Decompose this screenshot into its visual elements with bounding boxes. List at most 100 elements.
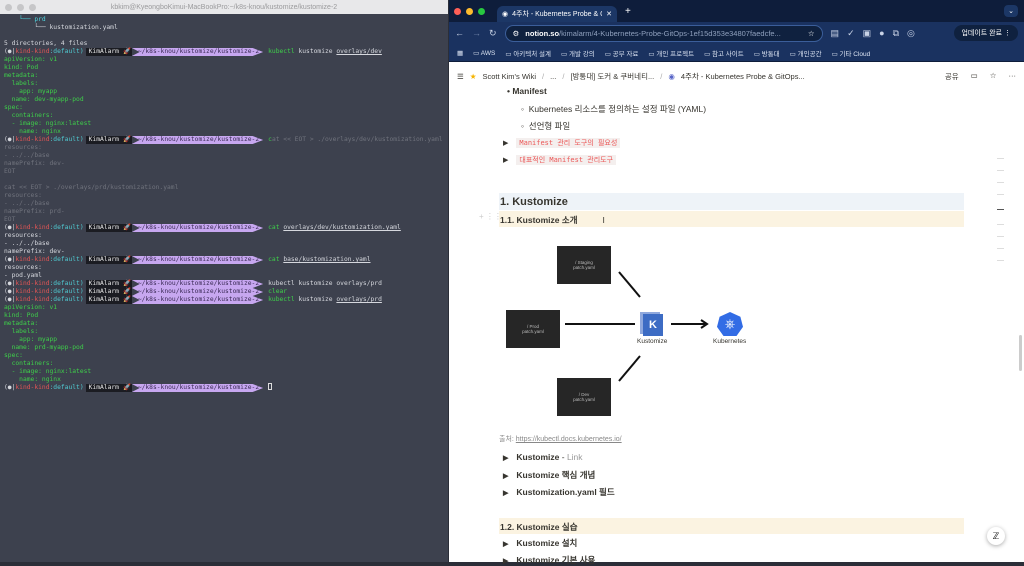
rocket-icon: 🚀 [121, 256, 132, 264]
terminal-output-line: 5 directories, 4 files [4, 40, 88, 47]
toggle-block[interactable]: ▶ Kustomization.yaml 필드 [503, 486, 615, 498]
prompt-open: (●| [4, 280, 16, 287]
folder-icon: ▭ [753, 50, 760, 58]
extensions-puzzle-icon[interactable]: ⧉ [893, 28, 899, 39]
terminal-cursor [268, 383, 273, 390]
command: cat << EOT > ./overlays/dev/kustomizatio… [268, 136, 442, 144]
more-icon[interactable]: ··· [1009, 71, 1017, 82]
site-settings-icon[interactable]: ⚙ [513, 29, 520, 38]
profile-icon[interactable]: ◎ [907, 28, 915, 39]
heading-2[interactable]: 1.1. Kustomize 소개 I [499, 211, 964, 227]
favorite-star-icon[interactable]: ☆ [990, 71, 997, 82]
zoom-button[interactable] [478, 7, 485, 15]
tab-active[interactable]: ◉ 4주차 - Kubernetes Probe & G ✕ [497, 6, 617, 22]
folder-icon: ▭ [648, 50, 655, 58]
command: cat base/kustomization.yaml [268, 256, 370, 264]
terminal-prompt-line: (●| kind-kind:default) KimAlarm 🚀 ~/k8s-knou… [4, 296, 446, 304]
terminal-output[interactable]: └── prd └── kustomization.yaml 5 director… [4, 16, 446, 392]
command-path: base/kustomization.yaml [283, 256, 371, 263]
rocket-icon: 🚀 [121, 48, 132, 56]
scrollbar[interactable] [1019, 335, 1022, 371]
toggle-triangle-icon[interactable]: ▶ [503, 455, 508, 462]
terminal-output-line: cat << EOT > ./overlays/prd/kustomizatio… [4, 184, 179, 191]
sub-bullet: ◦ 선언형 파일 [521, 121, 571, 131]
bookmark-folder[interactable]: ▭ 개인 프로젝트 [648, 48, 694, 58]
back-icon[interactable]: ← [455, 28, 464, 38]
bookmark-folder[interactable]: ▭ AWS [473, 49, 495, 57]
terminal-output-line: containers: [4, 112, 54, 119]
notion-ai-button[interactable]: ℤ [987, 527, 1005, 545]
share-button[interactable]: 공유 [945, 71, 959, 82]
bookmark-folder[interactable]: ▭ 개발 강의 [561, 48, 595, 58]
extension-icon[interactable]: ● [879, 28, 884, 38]
toggle-triangle-icon[interactable]: ▶ [503, 157, 508, 164]
close-button[interactable] [454, 7, 461, 15]
toggle-block[interactable]: ▶ Kustomize - Link [503, 452, 583, 462]
heading-2[interactable]: 1.2. Kustomize 실습 [499, 518, 964, 534]
breadcrumb-item[interactable]: ... [550, 72, 556, 81]
address-bar[interactable]: ⚙ notion.so/kimalarm/4-Kubernetes-Probe-G… [504, 24, 823, 42]
source-link[interactable]: https://kubectl.docs.kubernetes.io/ [516, 436, 622, 443]
close-tab-icon[interactable]: ✕ [606, 10, 612, 18]
command-suggestion: at << EOT > ./overlays/dev/kustomization… [271, 136, 443, 143]
prompt-path: ~/k8s-knou/kustomize/kustomize-2 [131, 384, 264, 392]
toggle-block[interactable]: ▶ Kustomize 기본 사용 [503, 554, 595, 566]
reload-icon[interactable]: ↻ [489, 28, 497, 39]
forward-icon[interactable]: → [472, 28, 481, 38]
terminal-output-line: metadata: [4, 72, 39, 79]
terminal-prompt-line: (●| kind-kind:default) KimAlarm 🚀 ~/k8s-knou… [4, 280, 446, 288]
new-tab-button[interactable]: + [625, 6, 631, 17]
toggle-triangle-icon[interactable]: ▶ [503, 473, 508, 480]
extension-icon[interactable]: ▣ [863, 28, 872, 39]
breadcrumb-item[interactable]: [방통대] 도커 & 쿠버네티... [570, 71, 654, 82]
tab-list-chevron-icon[interactable]: ⌄ [1004, 5, 1018, 17]
terminal-window[interactable]: kbkim@KyeongboKimui-MacBookPro:~/k8s-kno… [0, 0, 448, 562]
breadcrumb-item[interactable]: Scott Kim's Wiki [482, 72, 536, 81]
sub-bullet-text: Kubernetes 리소스를 정의하는 설정 파일 (YAML) [528, 104, 707, 114]
toggle-block[interactable]: ▶ Kustomize 핵심 개념 [503, 469, 595, 481]
terminal-output-line: apiVersion: v1 [4, 304, 58, 311]
tab-title: 4주차 - Kubernetes Probe & G [512, 11, 603, 18]
command: clear [268, 288, 287, 296]
command-name: clear [268, 288, 288, 295]
menu-icon[interactable]: ☰ [457, 72, 464, 81]
link-text[interactable]: Link [567, 452, 583, 462]
breadcrumb-item[interactable]: 4주차 - Kubernetes Probe & GitOps... [681, 71, 805, 82]
minimize-button[interactable] [466, 7, 473, 15]
terminal-output-line: EOT [4, 216, 16, 223]
toggle-title: Kustomize 핵심 개념 [516, 470, 596, 480]
source-label: 출처: [499, 436, 514, 443]
bookmark-star-icon[interactable]: ☆ [808, 29, 815, 38]
command: cat overlays/dev/kustomization.yaml [268, 224, 401, 232]
bookmark-folder[interactable]: ▭ 기타 Cloud [832, 48, 871, 58]
toggle-triangle-icon[interactable]: ▶ [503, 490, 508, 497]
rocket-icon: 🚀 [121, 296, 132, 304]
toggle-triangle-icon[interactable]: ▶ [503, 140, 508, 147]
update-button[interactable]: 업데이트 완료 ⋮ [954, 25, 1018, 41]
comment-icon[interactable]: ▭ [971, 71, 978, 82]
toggle-block[interactable]: ▶ Kustomize 설치 [503, 537, 577, 549]
heading-1[interactable]: 1. Kustomize [499, 193, 964, 210]
toggle-block[interactable]: ▶ 대표적인 Manifest 관리도구 [503, 154, 617, 165]
terminal-output-line: app: myapp [4, 88, 58, 95]
apps-grid-icon[interactable]: ▦ [457, 49, 463, 57]
bookmark-label: 참고 사이트 [712, 50, 744, 58]
bookmark-folder[interactable]: ▭ 참고 사이트 [704, 48, 744, 58]
bookmark-folder[interactable]: ▭ 개인공간 [790, 48, 822, 58]
terminal-prompt-line: (●| kind-kind:default) KimAlarm 🚀 ~/k8s-knou… [4, 224, 446, 232]
bookmark-folder[interactable]: ▭ 방통대 [754, 48, 780, 58]
folder-icon: ▭ [604, 50, 611, 58]
bookmark-folder[interactable]: ▭ 아키텍처 설계 [505, 48, 551, 58]
extension-icon[interactable]: ▤ [831, 28, 840, 39]
terminal-output-line: spec: [4, 104, 23, 111]
terminal-output-line: resources: [4, 192, 42, 199]
toggle-block[interactable]: ▶ Manifest 관리 도구의 필요성 [503, 137, 621, 148]
bookmark-folder[interactable]: ▭ 공부 자료 [605, 48, 639, 58]
terminal-output-line: - ../../base [4, 152, 50, 159]
bookmark-label: 기타 Cloud [839, 50, 871, 58]
check-extension-icon[interactable]: ✓ [847, 28, 855, 39]
rocket-icon: 🚀 [121, 136, 132, 144]
toggle-triangle-icon[interactable]: ▶ [503, 541, 508, 548]
prompt-open: (●| [4, 256, 16, 263]
